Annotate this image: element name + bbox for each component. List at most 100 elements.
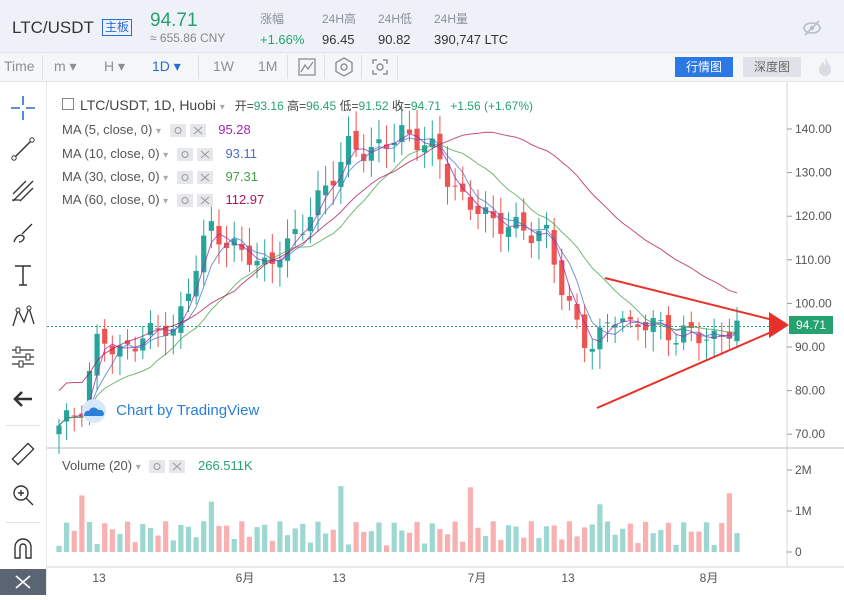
candle-body <box>734 320 740 342</box>
volume-tick-label: 0 <box>795 545 802 559</box>
volume-bar <box>719 522 725 552</box>
trend-line-icon[interactable] <box>8 134 38 164</box>
interval-1d-dropdown[interactable]: 1D ▾ <box>152 58 181 75</box>
volume-bar <box>239 521 245 552</box>
pair-name: LTC/USDT <box>12 18 94 37</box>
interval-1w-button[interactable]: 1W <box>213 58 234 74</box>
volume-bar <box>284 535 291 552</box>
ma-settings-icon[interactable] <box>169 124 209 138</box>
candle-body <box>353 130 359 150</box>
market-chart-button[interactable]: 行情图 <box>675 57 733 77</box>
ma-settings-icon[interactable] <box>176 171 216 185</box>
volume-bar <box>361 531 367 552</box>
volume-legend[interactable]: Volume (20) ▾ 266.511K <box>62 458 253 474</box>
flame-icon[interactable] <box>815 56 835 78</box>
candle-body <box>254 260 260 266</box>
volume-bar <box>620 528 626 552</box>
drawing-toolbar <box>0 82 47 595</box>
volume-bar <box>117 533 123 552</box>
candle-body <box>452 185 458 187</box>
volume-bar <box>300 523 306 552</box>
close-icon <box>15 575 31 589</box>
ma-60-legend[interactable]: MA (60, close, 0) ▾ 112.97 <box>62 192 264 208</box>
ma-settings-icon[interactable] <box>176 194 216 208</box>
candle-body <box>513 216 519 229</box>
candle-body <box>315 190 321 216</box>
back-arrow-icon[interactable] <box>8 384 38 414</box>
collapse-legend-icon[interactable] <box>62 98 74 110</box>
volume-bar <box>711 544 717 552</box>
volume-bar <box>124 521 131 552</box>
indicator-icon[interactable] <box>296 56 318 78</box>
volume-bar <box>376 522 382 552</box>
price-cny: ≈ 655.86 CNY <box>150 31 226 45</box>
volume-bar <box>437 529 443 552</box>
time-tick-label: 13 <box>561 571 575 585</box>
volume-bar <box>589 524 595 552</box>
volume-bar <box>475 527 481 552</box>
candle-body <box>368 146 374 161</box>
ticker-header: LTC/USDT 主板 94.71 ≈ 655.86 CNY 涨幅 +1.66%… <box>0 0 844 53</box>
time-button[interactable]: Time <box>4 58 35 74</box>
volume-bar <box>665 522 672 552</box>
price-tick-label: 70.00 <box>795 427 825 441</box>
ruler-icon[interactable] <box>8 439 38 469</box>
chart-legend: LTC/USDT, 1D, Huobi ▾ 开=93.16 高=96.45 低=… <box>62 97 533 114</box>
tradingview-watermark[interactable]: Chart by TradingView <box>76 398 259 424</box>
volume-bar <box>734 533 740 552</box>
candle-body <box>406 129 413 134</box>
volume-bar <box>642 521 649 552</box>
ma-5-legend[interactable]: MA (5, close, 0) ▾ 95.28 <box>62 122 251 138</box>
cloud-logo-icon <box>82 399 106 423</box>
ma-settings-icon[interactable] <box>176 148 216 162</box>
annotation-arrowhead <box>769 312 789 338</box>
hide-eye-icon[interactable] <box>802 18 822 38</box>
depth-chart-button[interactable]: 深度图 <box>743 57 801 77</box>
volume-bar <box>338 486 344 552</box>
ma-10-legend[interactable]: MA (10, close, 0) ▾ 93.11 <box>62 146 257 162</box>
volume-bar <box>208 501 214 552</box>
ma-30-legend[interactable]: MA (30, close, 0) ▾ 97.31 <box>62 169 258 185</box>
time-tick-label: 6月 <box>236 571 255 585</box>
collapse-toolbar-button[interactable] <box>0 569 46 595</box>
crosshair-icon[interactable] <box>8 93 38 123</box>
volume-bar <box>414 521 420 552</box>
volume-bar <box>566 521 573 552</box>
volume-bar <box>452 521 458 552</box>
volume-bar <box>94 544 100 552</box>
volume-bar <box>201 521 207 552</box>
candle-body <box>658 320 664 322</box>
candle-body <box>475 205 481 214</box>
settings-icon[interactable] <box>333 56 355 78</box>
zoom-in-icon[interactable] <box>8 480 38 510</box>
minute-dropdown[interactable]: m ▾ <box>54 58 77 75</box>
hour-dropdown[interactable]: H ▾ <box>104 58 125 75</box>
pattern-tool-icon[interactable] <box>8 302 38 332</box>
volume-settings-icon[interactable] <box>148 460 188 474</box>
price-tick-label: 140.00 <box>795 122 832 136</box>
magnet-icon[interactable] <box>8 534 38 564</box>
stat-volume: 24H量 390,747 LTC <box>434 12 509 47</box>
volume-bar <box>703 522 710 552</box>
volume-bar <box>505 525 512 552</box>
annotation-line-upper <box>604 277 786 324</box>
volume-bar <box>543 526 550 552</box>
candle-body <box>444 163 451 187</box>
volume-bar <box>681 522 687 552</box>
screenshot-icon[interactable] <box>369 56 391 78</box>
measure-tool-icon[interactable] <box>8 342 38 372</box>
volume-bar <box>726 493 732 552</box>
candle-body <box>521 212 527 231</box>
volume-bar <box>383 545 390 552</box>
volume-bar <box>422 543 428 552</box>
candle-body <box>536 230 542 242</box>
volume-bar <box>582 527 588 552</box>
candle-body <box>208 221 214 231</box>
fib-tool-icon[interactable] <box>8 176 38 206</box>
volume-bar <box>536 538 542 552</box>
brush-icon[interactable] <box>8 218 38 248</box>
text-tool-icon[interactable] <box>8 260 38 290</box>
price-tick-label: 100.00 <box>795 296 832 310</box>
interval-1m-button[interactable]: 1M <box>258 58 277 74</box>
stat-high: 24H高 96.45 <box>322 12 357 47</box>
